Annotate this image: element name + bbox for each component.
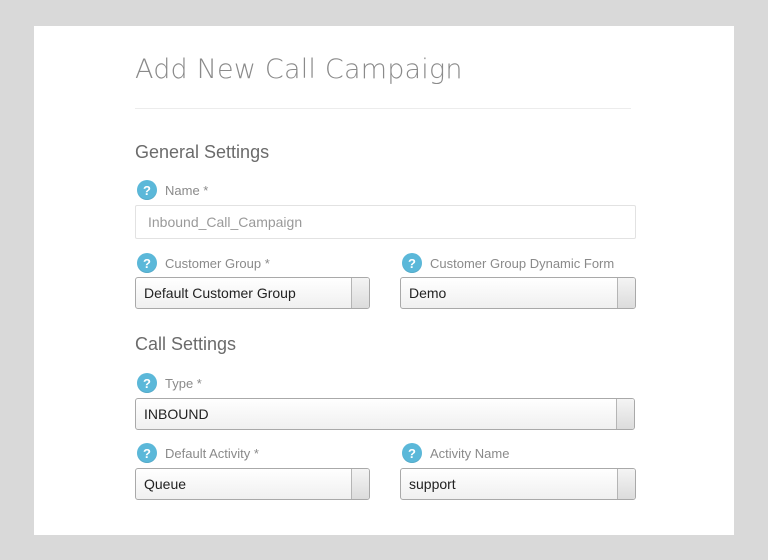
title-divider: [135, 108, 631, 109]
activity-name-label: Activity Name: [430, 445, 510, 461]
dropdown-arrow-icon[interactable]: [617, 469, 635, 499]
help-icon[interactable]: ?: [137, 443, 157, 463]
type-select[interactable]: INBOUND: [135, 398, 635, 430]
default-activity-select[interactable]: Queue: [135, 468, 370, 500]
default-activity-label: Default Activity *: [165, 445, 259, 461]
default-activity-label-row: ? Default Activity *: [137, 443, 259, 463]
name-label-row: ? Name *: [137, 180, 208, 200]
customer-group-select[interactable]: Default Customer Group: [135, 277, 370, 309]
activity-name-select[interactable]: support: [400, 468, 636, 500]
dynamic-form-selected-value: Demo: [409, 285, 447, 301]
dropdown-arrow-icon[interactable]: [617, 278, 635, 308]
customer-group-label-row: ? Customer Group *: [137, 253, 270, 273]
dropdown-arrow-icon[interactable]: [351, 278, 369, 308]
customer-group-selected-value: Default Customer Group: [144, 285, 296, 301]
help-icon[interactable]: ?: [402, 443, 422, 463]
type-label-row: ? Type *: [137, 373, 202, 393]
default-activity-selected-value: Queue: [144, 476, 187, 492]
dropdown-arrow-icon[interactable]: [616, 399, 634, 429]
help-icon[interactable]: ?: [137, 373, 157, 393]
name-label: Name *: [165, 182, 209, 198]
section-heading-general-settings: General Settings: [135, 142, 270, 162]
help-icon[interactable]: ?: [137, 180, 157, 200]
activity-name-selected-value: support: [409, 476, 456, 492]
page-title: Add New Call Campaign: [135, 54, 463, 85]
dynamic-form-select[interactable]: Demo: [400, 277, 636, 309]
type-label: Type *: [165, 375, 202, 391]
dynamic-form-label-row: ? Customer Group Dynamic Form: [402, 253, 614, 273]
customer-group-label: Customer Group *: [165, 255, 270, 271]
section-heading-call-settings: Call Settings: [135, 334, 237, 354]
name-input[interactable]: Inbound_Call_Campaign: [135, 205, 636, 239]
help-icon[interactable]: ?: [402, 253, 422, 273]
dynamic-form-label: Customer Group Dynamic Form: [430, 255, 615, 271]
type-selected-value: INBOUND: [144, 406, 209, 422]
form-card: Add New Call Campaign General Settings ?…: [34, 26, 734, 535]
dropdown-arrow-icon[interactable]: [351, 469, 369, 499]
activity-name-label-row: ? Activity Name: [402, 443, 509, 463]
help-icon[interactable]: ?: [137, 253, 157, 273]
